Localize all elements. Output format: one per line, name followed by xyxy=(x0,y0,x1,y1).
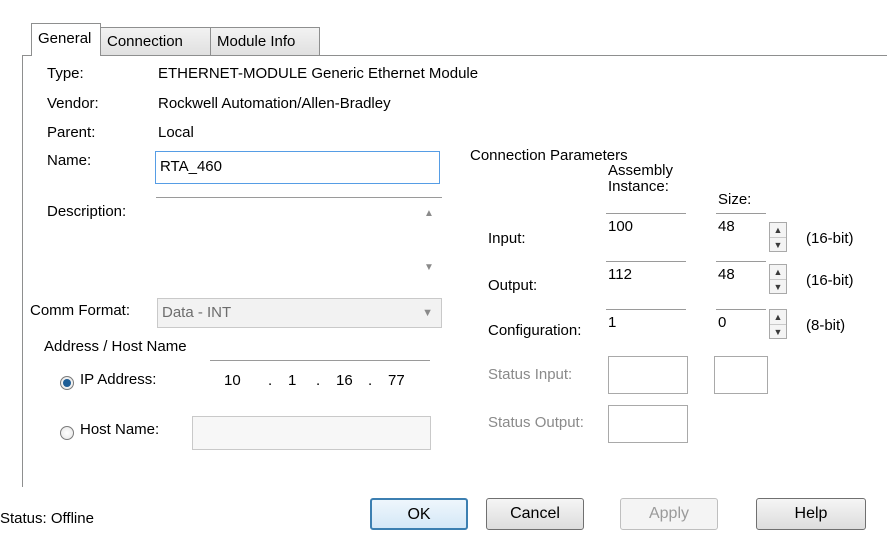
ok-button[interactable]: OK xyxy=(370,498,468,530)
host-name-radio[interactable] xyxy=(60,426,74,440)
configuration-size-spinner[interactable]: ▲ ▼ xyxy=(769,309,787,339)
configuration-size-unit: (8-bit) xyxy=(806,317,846,334)
size-header: Size: xyxy=(718,191,752,208)
status-input-instance[interactable] xyxy=(608,356,688,394)
description-textarea[interactable] xyxy=(156,197,442,277)
status-output-label: Status Output: xyxy=(488,414,584,431)
spin-up-icon[interactable]: ▲ xyxy=(770,265,786,280)
host-name-label: Host Name: xyxy=(80,421,160,438)
output-instance-field[interactable]: 112 xyxy=(606,261,686,291)
spin-down-icon[interactable]: ▼ xyxy=(770,325,786,339)
name-label: Name: xyxy=(47,152,92,169)
assembly-instance-header: Assembly Instance: xyxy=(608,162,674,195)
output-size-field[interactable]: 48 xyxy=(716,261,766,291)
name-input[interactable]: RTA_460 xyxy=(155,151,440,184)
description-label: Description: xyxy=(47,203,127,220)
ip-dot-1: . xyxy=(268,372,273,389)
comm-format-select[interactable]: Data - INT ▼ xyxy=(157,298,442,328)
chevron-down-icon: ▼ xyxy=(422,307,433,319)
ip-address-label: IP Address: xyxy=(80,371,157,388)
ip-address-radio[interactable] xyxy=(60,376,74,390)
vendor-value: Rockwell Automation/Allen-Bradley xyxy=(158,95,391,112)
ip-dot-3: . xyxy=(368,372,373,389)
ip-octet-3: 16 xyxy=(336,372,353,389)
configuration-row-label: Configuration: xyxy=(488,322,582,339)
scroll-down-icon[interactable]: ▼ xyxy=(424,262,434,273)
comm-format-label: Comm Format: xyxy=(30,302,131,319)
type-value: ETHERNET-MODULE Generic Ethernet Module xyxy=(158,65,479,82)
status-input-size[interactable] xyxy=(714,356,768,394)
status-text: Status: Offline xyxy=(0,510,94,527)
apply-button[interactable]: Apply xyxy=(620,498,718,530)
input-size-field[interactable]: 48 xyxy=(716,213,766,243)
vendor-label: Vendor: xyxy=(47,95,99,112)
spin-up-icon[interactable]: ▲ xyxy=(770,310,786,325)
status-output-instance[interactable] xyxy=(608,405,688,443)
comm-format-value: Data - INT xyxy=(162,304,232,321)
address-group-label: Address / Host Name xyxy=(44,338,187,355)
ip-octet-1: 10 xyxy=(224,372,241,389)
input-row-label: Input: xyxy=(488,230,526,247)
ip-dot-2: . xyxy=(316,372,321,389)
parent-label: Parent: xyxy=(47,124,96,141)
help-button[interactable]: Help xyxy=(756,498,866,530)
configuration-size-field[interactable]: 0 xyxy=(716,309,766,339)
spin-down-icon[interactable]: ▼ xyxy=(770,238,786,252)
input-size-unit: (16-bit) xyxy=(806,230,854,247)
tab-connection[interactable]: Connection xyxy=(100,27,211,55)
tab-module-info[interactable]: Module Info xyxy=(210,27,320,55)
ip-octet-2: 1 xyxy=(288,372,297,389)
output-row-label: Output: xyxy=(488,277,538,294)
output-size-spinner[interactable]: ▲ ▼ xyxy=(769,264,787,294)
ip-octet-4: 77 xyxy=(388,372,405,389)
cancel-button[interactable]: Cancel xyxy=(486,498,584,530)
ip-address-input[interactable]: 10 . 1 . 16 . 77 xyxy=(210,360,430,390)
spin-down-icon[interactable]: ▼ xyxy=(770,280,786,294)
configuration-instance-field[interactable]: 1 xyxy=(606,309,686,339)
connection-parameters-title: Connection Parameters xyxy=(470,147,628,164)
tab-general[interactable]: General xyxy=(31,23,101,56)
host-name-input[interactable] xyxy=(192,416,431,450)
spin-up-icon[interactable]: ▲ xyxy=(770,223,786,238)
status-input-label: Status Input: xyxy=(488,366,573,383)
scroll-up-icon[interactable]: ▲ xyxy=(424,208,434,219)
type-label: Type: xyxy=(47,65,84,82)
input-size-spinner[interactable]: ▲ ▼ xyxy=(769,222,787,252)
parent-value: Local xyxy=(158,124,194,141)
input-instance-field[interactable]: 100 xyxy=(606,213,686,243)
output-size-unit: (16-bit) xyxy=(806,272,854,289)
